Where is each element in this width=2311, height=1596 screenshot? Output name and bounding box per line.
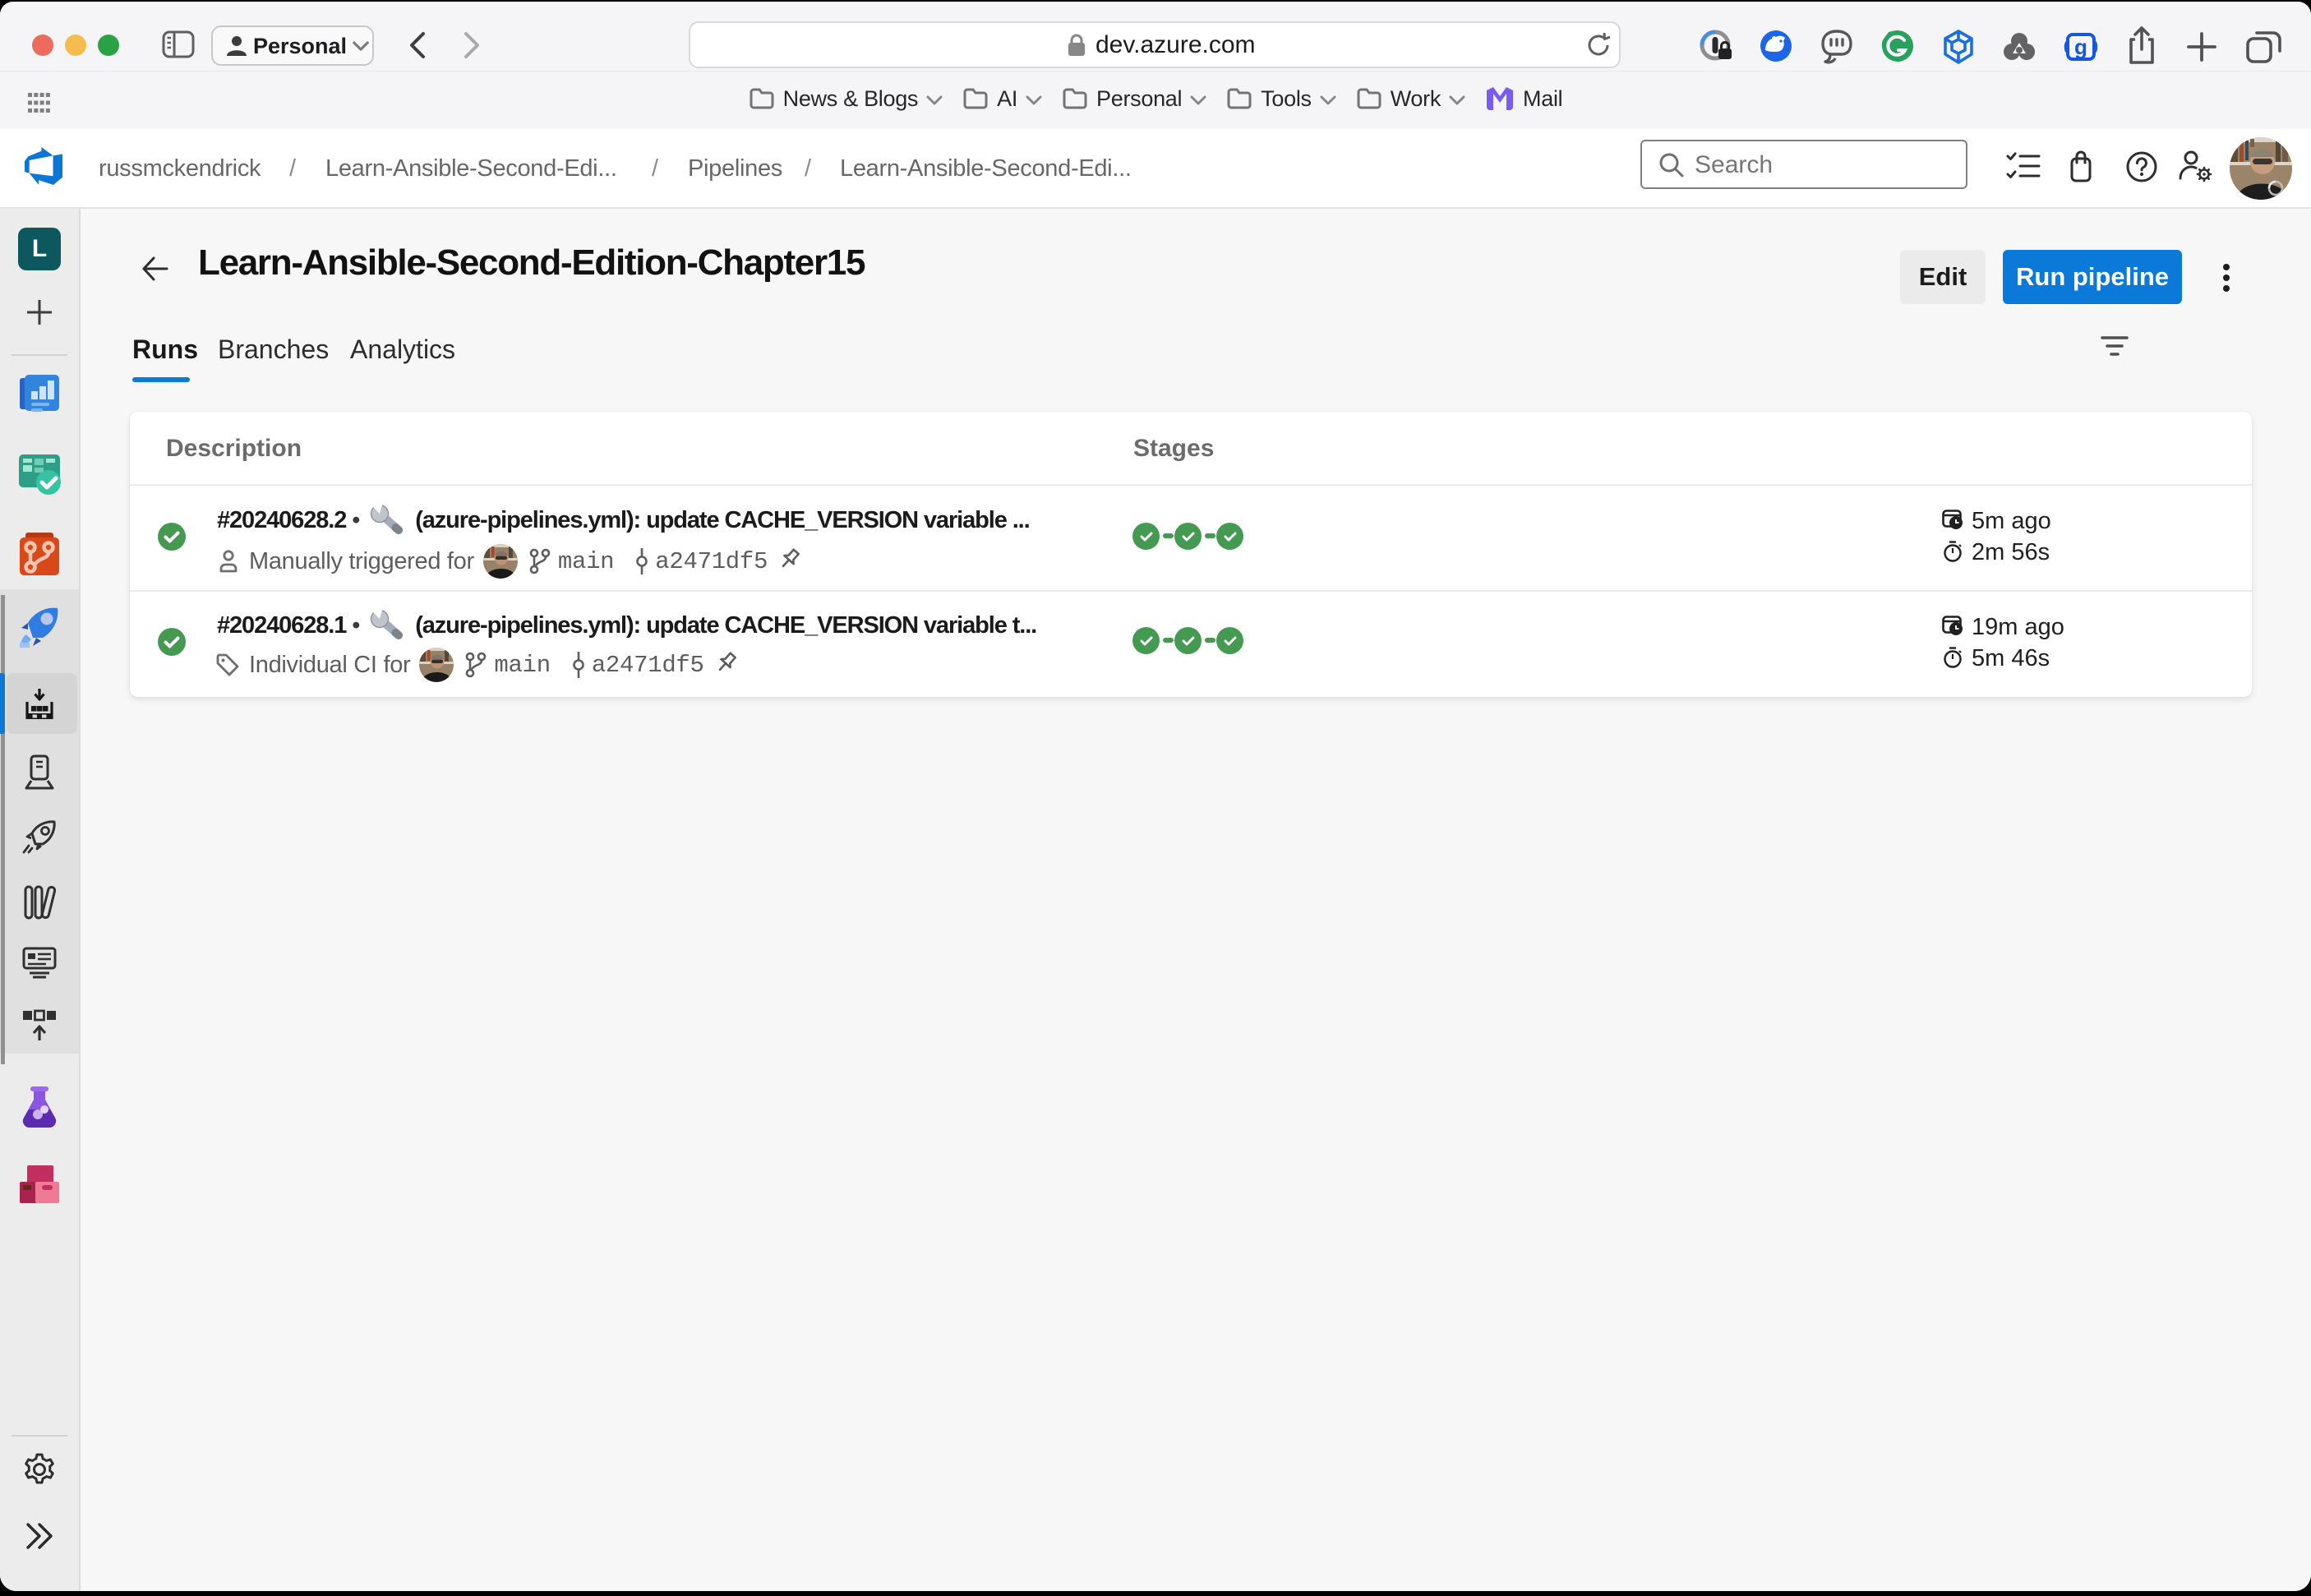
svg-text:g: g — [2074, 35, 2087, 59]
